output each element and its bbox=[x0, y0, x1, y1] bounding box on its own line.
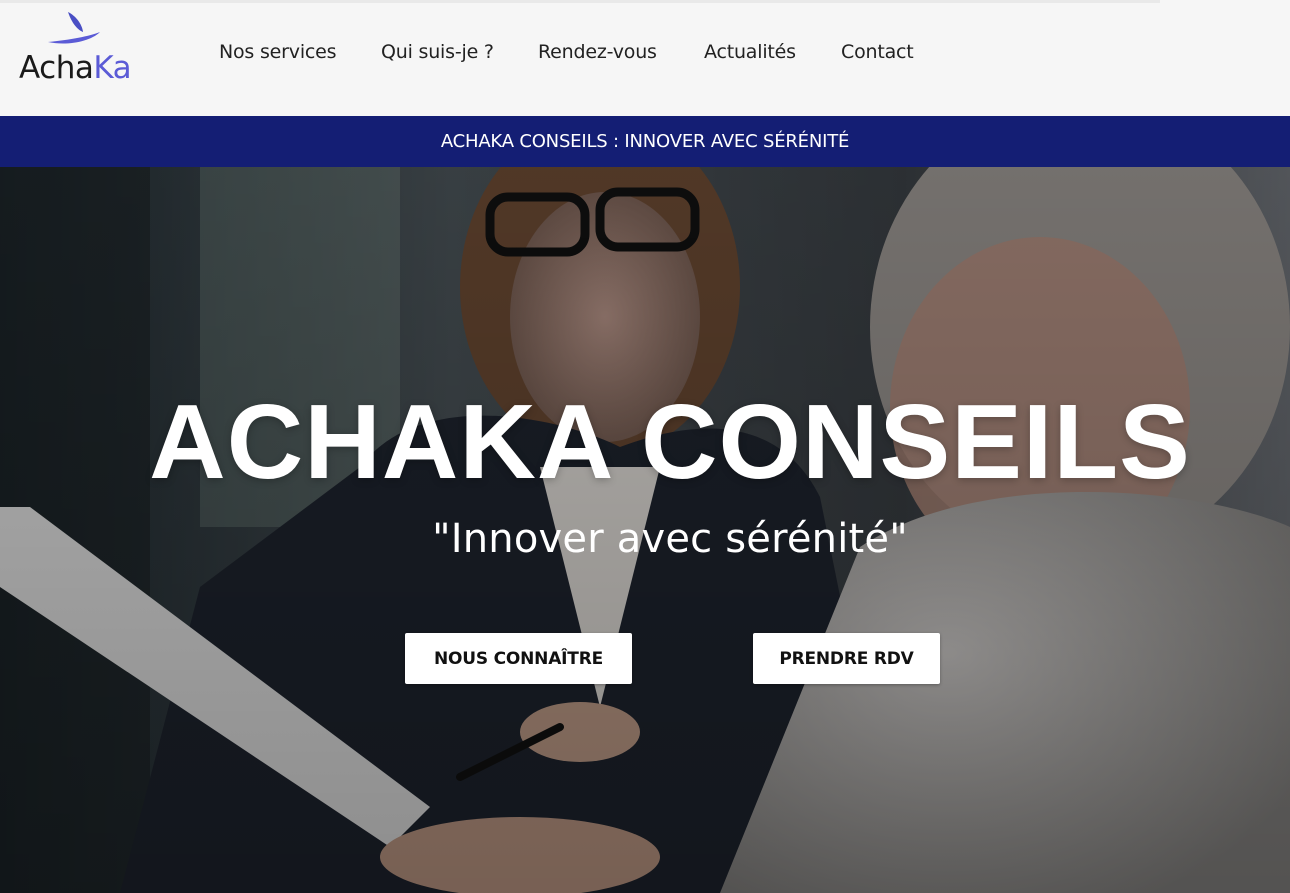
logo-text-part1: Acha bbox=[19, 50, 94, 86]
site-header: AchaKa Nos services Qui suis-je ? Rendez… bbox=[0, 0, 1290, 116]
hero-title: ACHAKA CONSEILS bbox=[149, 383, 1191, 501]
logo-link[interactable]: AchaKa bbox=[18, 10, 148, 88]
logo-text-part2: Ka bbox=[93, 50, 132, 86]
nav-item-about[interactable]: Qui suis-je ? bbox=[381, 38, 494, 66]
nav-item-appointment[interactable]: Rendez-vous bbox=[538, 38, 657, 66]
top-divider bbox=[0, 0, 1160, 3]
logo-wordmark: AchaKa bbox=[19, 50, 132, 86]
tagline-banner: ACHAKA CONSEILS : INNOVER AVEC SÉRÉNITÉ bbox=[0, 116, 1290, 167]
hero-subtitle: "Innover avec sérénité" bbox=[432, 516, 908, 562]
nav-item-contact[interactable]: Contact bbox=[841, 38, 914, 66]
nav-item-services[interactable]: Nos services bbox=[219, 38, 337, 66]
book-appointment-button[interactable]: PRENDRE RDV bbox=[753, 633, 940, 684]
nav-item-news[interactable]: Actualités bbox=[704, 38, 796, 66]
bird-logo-icon bbox=[48, 12, 100, 44]
about-us-button[interactable]: NOUS CONNAÎTRE bbox=[405, 633, 632, 684]
hero-section: ACHAKA CONSEILS "Innover avec sérénité" … bbox=[0, 167, 1290, 893]
